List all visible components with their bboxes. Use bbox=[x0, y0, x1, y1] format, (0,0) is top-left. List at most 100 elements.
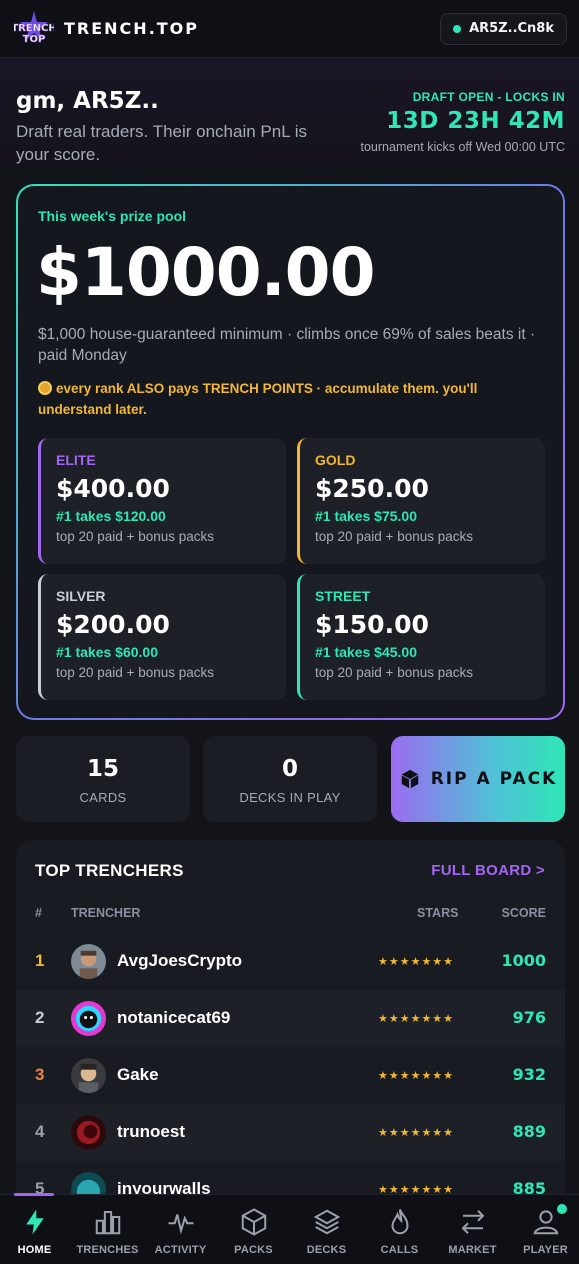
table-row[interactable]: 2 notanicecat69 ★★★★★★★ 976 bbox=[16, 990, 565, 1047]
bolt-icon bbox=[25, 1209, 44, 1235]
tier-name: GOLD bbox=[315, 452, 356, 468]
table-row[interactable]: 4 trunoest ★★★★★★★ 889 bbox=[16, 1104, 565, 1161]
nav-label: MARKET bbox=[448, 1244, 497, 1256]
tier-subtitle: top 20 paid + bonus packs bbox=[56, 529, 214, 544]
greeting: gm, AR5Z.. bbox=[16, 88, 159, 114]
tournament-start-note: tournament kicks off Wed 00:00 UTC bbox=[360, 140, 566, 154]
nav-label: DECKS bbox=[306, 1244, 347, 1256]
score-column-header: SCORE bbox=[501, 906, 546, 920]
row-score: 976 bbox=[512, 1008, 546, 1027]
tier-amount: $200.00 bbox=[56, 610, 170, 639]
tier-first-prize: #1 takes $120.00 bbox=[56, 508, 166, 524]
tier-amount: $150.00 bbox=[315, 610, 429, 639]
nav-activity[interactable]: ACTIVITY bbox=[144, 1203, 217, 1256]
coin-icon bbox=[38, 381, 52, 395]
tier-subtitle: top 20 paid + bonus packs bbox=[315, 665, 473, 680]
leaderboard-title: TOP TRENCHERS bbox=[35, 861, 184, 880]
cube-icon bbox=[241, 1208, 266, 1236]
row-rank: 3 bbox=[35, 1065, 45, 1084]
full-board-link[interactable]: FULL BOARD > bbox=[431, 862, 545, 879]
flame-icon bbox=[390, 1209, 409, 1235]
nav-label: HOME bbox=[17, 1244, 52, 1256]
nav-label: CALLS bbox=[380, 1244, 419, 1256]
hero-section: gm, AR5Z.. Draft real traders. Their onc… bbox=[0, 58, 579, 168]
swap-icon bbox=[461, 1210, 484, 1234]
leaderboard-header: # TRENCHER STARS SCORE bbox=[16, 906, 565, 922]
tier-name: STREET bbox=[315, 588, 371, 604]
row-stars: ★★★★★★★ bbox=[378, 1070, 455, 1082]
draft-countdown: DRAFT OPEN - LOCKS IN 13D 23H 42M tourna… bbox=[361, 90, 566, 154]
pulse-icon bbox=[168, 1214, 193, 1235]
tier-amount: $250.00 bbox=[315, 474, 429, 503]
cards-label: CARDS bbox=[79, 790, 127, 805]
decks-stat[interactable]: 0 DECKS IN PLAY bbox=[203, 736, 377, 822]
avatar bbox=[71, 1058, 106, 1093]
nav-calls[interactable]: CALLS bbox=[363, 1203, 436, 1256]
nav-decks[interactable]: DECKS bbox=[290, 1203, 363, 1256]
nav-trenches[interactable]: TRENCHES bbox=[71, 1203, 144, 1256]
nav-player[interactable]: PLAYER bbox=[509, 1203, 579, 1256]
row-name: notanicecat69 bbox=[117, 1008, 231, 1027]
avatar bbox=[71, 944, 106, 979]
row-stars: ★★★★★★★ bbox=[378, 1013, 455, 1025]
tier-card-elite[interactable]: ELITE $400.00 #1 takes $120.00 top 20 pa… bbox=[38, 438, 286, 564]
tier-subtitle: top 20 paid + bonus packs bbox=[315, 529, 473, 544]
trench-points-text: every rank ALSO pays TRENCH POINTS · acc… bbox=[38, 381, 478, 417]
active-tab-indicator bbox=[14, 1193, 54, 1196]
rip-a-pack-button[interactable]: RIP A PACK bbox=[391, 736, 565, 822]
rank-column-header: # bbox=[35, 906, 42, 920]
connected-status-dot bbox=[453, 24, 462, 33]
draft-status-label: DRAFT OPEN - LOCKS IN bbox=[412, 90, 565, 104]
decks-count: 0 bbox=[281, 756, 298, 782]
trench-top-logo-icon[interactable]: TRENCH TOP bbox=[11, 9, 57, 49]
svg-text:TOP: TOP bbox=[23, 34, 46, 45]
trench-points-note: every rank ALSO pays TRENCH POINTS · acc… bbox=[38, 378, 518, 420]
table-row[interactable]: 1 AvgJoesCrypto ★★★★★★★ 1000 bbox=[16, 933, 565, 990]
nav-label: ACTIVITY bbox=[154, 1244, 207, 1256]
prize-pool-card: This week's prize pool $1000.00 $1,000 h… bbox=[16, 184, 565, 720]
rip-a-pack-label: RIP A PACK bbox=[430, 769, 558, 789]
draft-countdown-timer: 13D 23H 42M bbox=[386, 108, 565, 134]
decks-label: DECKS IN PLAY bbox=[239, 790, 341, 805]
tier-first-prize: #1 takes $45.00 bbox=[315, 644, 417, 660]
table-row[interactable]: 3 Gake ★★★★★★★ 932 bbox=[16, 1047, 565, 1104]
tier-card-gold[interactable]: GOLD $250.00 #1 takes $75.00 top 20 paid… bbox=[297, 438, 545, 564]
row-name: Gake bbox=[117, 1065, 159, 1084]
tagline: Draft real traders. Their onchain PnL is… bbox=[16, 122, 308, 164]
tier-amount: $400.00 bbox=[56, 474, 170, 503]
pack-cube-icon bbox=[401, 769, 418, 789]
prize-pool-label: This week's prize pool bbox=[38, 208, 187, 224]
brand-name[interactable]: TRENCH.TOP bbox=[64, 19, 199, 38]
nav-packs[interactable]: PACKS bbox=[217, 1203, 290, 1256]
bar-chart-icon bbox=[95, 1211, 120, 1235]
leaderboard: TOP TRENCHERS FULL BOARD > # TRENCHER ST… bbox=[16, 840, 565, 1200]
row-rank: 1 bbox=[35, 951, 45, 970]
nav-label: PLAYER bbox=[523, 1244, 568, 1256]
nav-market[interactable]: MARKET bbox=[436, 1203, 509, 1256]
trencher-column-header: TRENCHER bbox=[71, 906, 141, 920]
cards-stat[interactable]: 15 CARDS bbox=[16, 736, 190, 822]
notification-dot bbox=[557, 1204, 567, 1214]
tier-name: ELITE bbox=[56, 452, 96, 468]
row-rank: 2 bbox=[35, 1008, 45, 1027]
wallet-address: AR5Z..Cn8k bbox=[469, 21, 554, 36]
top-bar: TRENCH TOP TRENCH.TOP AR5Z..Cn8k bbox=[0, 0, 579, 58]
avatar bbox=[71, 1001, 106, 1036]
prize-pool-amount: $1000.00 bbox=[36, 234, 376, 311]
tier-name: SILVER bbox=[56, 588, 106, 604]
tier-subtitle: top 20 paid + bonus packs bbox=[56, 665, 214, 680]
nav-home[interactable]: HOME bbox=[0, 1203, 71, 1256]
wallet-button[interactable]: AR5Z..Cn8k bbox=[440, 12, 567, 45]
row-name: AvgJoesCrypto bbox=[117, 951, 243, 970]
row-score: 889 bbox=[512, 1122, 546, 1141]
cards-count: 15 bbox=[86, 756, 119, 782]
row-stars: ★★★★★★★ bbox=[378, 1127, 455, 1139]
bottom-nav: HOME TRENCHES ACTIVITY PACKS DECKS CALLS… bbox=[0, 1193, 579, 1264]
row-rank: 4 bbox=[35, 1122, 45, 1141]
tier-first-prize: #1 takes $75.00 bbox=[315, 508, 417, 524]
prize-pool-description: $1,000 house-guaranteed minimum · climbs… bbox=[38, 326, 536, 364]
tier-card-street[interactable]: STREET $150.00 #1 takes $45.00 top 20 pa… bbox=[297, 574, 545, 700]
stars-column-header: STARS bbox=[417, 906, 459, 920]
row-score: 932 bbox=[512, 1065, 546, 1084]
tier-card-silver[interactable]: SILVER $200.00 #1 takes $60.00 top 20 pa… bbox=[38, 574, 286, 700]
